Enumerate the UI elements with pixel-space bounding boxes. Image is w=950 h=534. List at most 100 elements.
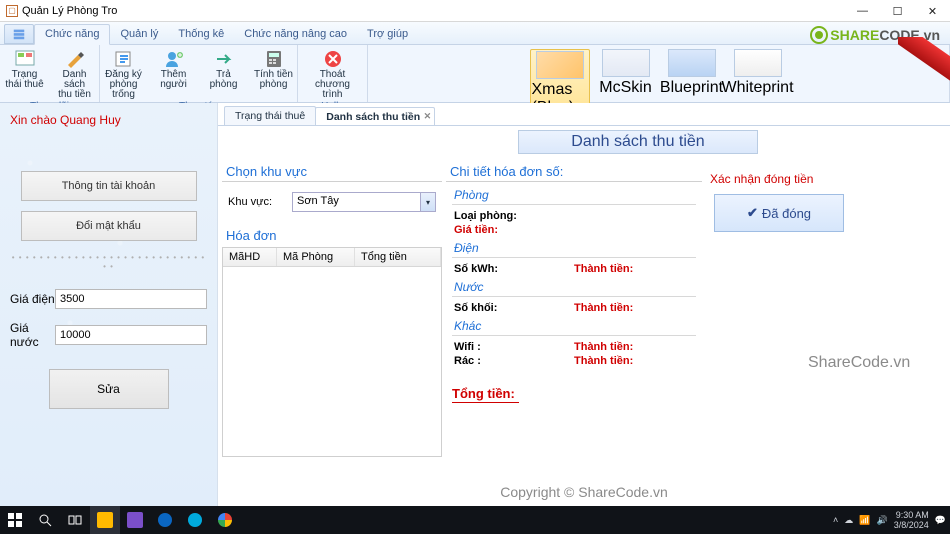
- label-trash-money: Thành tiền:: [574, 355, 633, 367]
- input-price-water[interactable]: [55, 325, 207, 345]
- calc-icon: [262, 48, 286, 70]
- tray-chevron-icon[interactable]: ˄: [833, 515, 838, 525]
- sub-tabstrip: Trạng thái thuê Danh sách thu tiền✕: [218, 103, 950, 125]
- divider-dots: • • • • • • • • • • • • • • • • • • • • …: [10, 253, 207, 271]
- label-price-water: Giá nước: [10, 321, 55, 349]
- chevron-down-icon: ▾: [420, 193, 435, 211]
- chrome-icon: [218, 513, 232, 527]
- ribbon-tab-chuc-nang[interactable]: Chức năng: [34, 24, 110, 45]
- col-mahd: MãHD: [223, 248, 277, 266]
- sect-water: Nước: [452, 280, 696, 294]
- search-button[interactable]: [30, 506, 60, 534]
- ribbon-group-giaodien: Xmas (Blue) McSkin Blueprint Whiteprint …: [368, 45, 950, 102]
- window-title: Quản Lý Phòng Tro: [22, 5, 117, 17]
- register-icon: [112, 48, 136, 70]
- greeting-text: Xin chào Quang Huy: [10, 113, 207, 127]
- btn-tra-phong[interactable]: Trả phòng: [200, 47, 248, 101]
- ribbon-body: Trạngthái thuê Danh sáchthu tiền Theo dõ…: [0, 45, 950, 103]
- close-button[interactable]: ✕: [915, 0, 950, 22]
- btn-account-info[interactable]: Thông tin tài khoản: [21, 171, 197, 201]
- btn-danh-sach-thu-tien[interactable]: Danh sáchthu tiền: [51, 47, 99, 101]
- sidebar-panel: Xin chào Quang Huy Thông tin tài khoản Đ…: [0, 103, 218, 506]
- label-wifi: Wifi :: [454, 341, 534, 353]
- ribbon-tab-nang-cao[interactable]: Chức năng nâng cao: [234, 25, 357, 44]
- tray-wifi-icon[interactable]: 📶: [859, 515, 870, 526]
- btn-tinh-tien[interactable]: Tính tiềnphòng: [250, 47, 298, 101]
- file-icon: [12, 27, 26, 41]
- notification-icon[interactable]: 💬: [935, 515, 946, 526]
- input-price-elec[interactable]: [55, 289, 207, 309]
- gear-icon: [810, 26, 828, 44]
- sect-other: Khác: [452, 319, 696, 333]
- label-wifi-money: Thành tiền:: [574, 341, 633, 353]
- box-title-area: Chọn khu vực: [222, 162, 442, 183]
- status-icon: [13, 48, 37, 70]
- subtab-trang-thai-thue[interactable]: Trạng thái thuê: [224, 106, 316, 125]
- subtab-danh-sach-thu-tien[interactable]: Danh sách thu tiền✕: [315, 107, 435, 126]
- ribbon-group-hello: Thoát chươngtrình Hello: [298, 45, 368, 102]
- label-kwh: Số kWh:: [454, 263, 534, 275]
- label-water-money: Thành tiền:: [574, 302, 633, 314]
- btn-trang-thai-thue[interactable]: Trạngthái thuê: [1, 47, 49, 101]
- label-price-elec: Giá điện: [10, 292, 55, 306]
- maximize-button[interactable]: ☐: [880, 0, 915, 22]
- vs-icon: [127, 512, 143, 528]
- return-icon: [212, 48, 236, 70]
- taskbar-clock[interactable]: 9:30 AM 3/8/2024: [894, 510, 929, 530]
- btn-exit[interactable]: Thoát chươngtrình: [303, 47, 363, 101]
- ribbon-tab-thong-ke[interactable]: Thống kê: [168, 25, 234, 44]
- label-total: Tổng tiền:: [452, 386, 519, 403]
- col-tongtien: Tổng tiền: [355, 248, 441, 266]
- box-title-invoice: Hóa đơn: [222, 226, 442, 247]
- swatch-icon: [734, 49, 782, 77]
- label-water-qty: Số khối:: [454, 302, 534, 314]
- add-user-icon: [162, 48, 186, 70]
- ribbon-tab-tro-giup[interactable]: Trợ giúp: [357, 25, 418, 44]
- file-menu-button[interactable]: [4, 24, 34, 44]
- minimize-button[interactable]: ―: [845, 0, 880, 22]
- sect-elec: Điện: [452, 241, 696, 255]
- label-room-price: Giá tiền:: [454, 224, 534, 236]
- taskbar: ˄ ☁ 📶 🔊 9:30 AM 3/8/2024 💬: [0, 506, 950, 534]
- btn-edit-prices[interactable]: Sửa: [49, 369, 169, 409]
- start-button[interactable]: [0, 506, 30, 534]
- taskbar-app-4[interactable]: [180, 506, 210, 534]
- btn-dang-ky-phong[interactable]: Đăng kýphòng trống: [100, 47, 148, 101]
- taskbar-app-3[interactable]: [150, 506, 180, 534]
- swatch-icon: [536, 51, 584, 79]
- close-tab-icon[interactable]: ✕: [424, 111, 432, 122]
- swatch-icon: [602, 49, 650, 77]
- window-titlebar: ▢ Quản Lý Phòng Tro ― ☐ ✕: [0, 0, 950, 22]
- taskbar-app-2[interactable]: [120, 506, 150, 534]
- label-area: Khu vực:: [228, 196, 292, 208]
- check-icon: ✔: [747, 205, 758, 221]
- ribbon-group-thaotac: Đăng kýphòng trống Thêm người Trả phòng …: [100, 45, 298, 102]
- decorative-ribbon: [898, 37, 950, 97]
- invoice-grid[interactable]: MãHD Mã Phòng Tổng tiền: [222, 247, 442, 457]
- tray-cloud-icon[interactable]: ☁: [844, 515, 853, 526]
- dropdown-area-value: Sơn Tây: [293, 193, 420, 211]
- app-icon: ▢: [6, 5, 18, 17]
- btn-them-nguoi[interactable]: Thêm người: [150, 47, 198, 101]
- label-room-type: Loại phòng:: [454, 210, 534, 222]
- sect-room: Phòng: [452, 188, 696, 202]
- tray-volume-icon[interactable]: 🔊: [877, 515, 888, 526]
- label-elec-money: Thành tiền:: [574, 263, 633, 275]
- taskbar-app-5[interactable]: [210, 506, 240, 534]
- btn-paid[interactable]: ✔ Đã đóng: [714, 194, 844, 232]
- page-title: Danh sách thu tiền: [518, 130, 758, 154]
- exit-icon: [321, 48, 345, 70]
- taskview-button[interactable]: [60, 506, 90, 534]
- swatch-icon: [668, 49, 716, 77]
- confirm-title: Xác nhận đóng tiền: [706, 172, 946, 186]
- label-trash: Rác :: [454, 355, 534, 367]
- system-tray[interactable]: ˄ ☁ 📶 🔊 9:30 AM 3/8/2024 💬: [833, 510, 950, 530]
- taskbar-app-1[interactable]: [90, 506, 120, 534]
- btn-change-password[interactable]: Đổi mật khẩu: [21, 211, 197, 241]
- pen-icon: [63, 48, 87, 70]
- ribbon-tab-quan-ly[interactable]: Quản lý: [110, 25, 168, 44]
- col-maphong: Mã Phòng: [277, 248, 355, 266]
- dropdown-area[interactable]: Sơn Tây ▾: [292, 192, 436, 212]
- ribbon-tabstrip: Chức năng Quản lý Thống kê Chức năng nân…: [0, 22, 950, 45]
- work-area: Danh sách thu tiền Chọn khu vực Khu vực:…: [218, 125, 950, 506]
